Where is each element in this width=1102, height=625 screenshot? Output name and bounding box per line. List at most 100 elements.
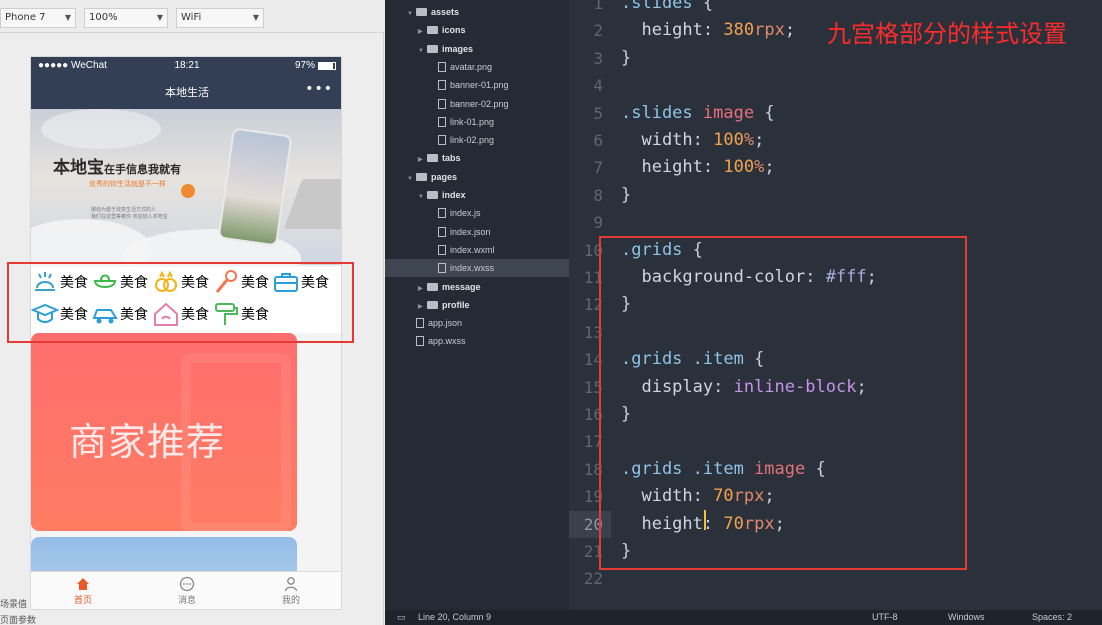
tree-folder[interactable]: ▼ assets — [385, 3, 569, 21]
tree-file[interactable]: avatar.png — [385, 58, 569, 76]
code-token: image — [702, 102, 755, 123]
code-token: } — [621, 184, 632, 205]
tree-file[interactable]: link-01.png — [385, 113, 569, 131]
line-endings-label[interactable]: Windows — [948, 610, 985, 625]
tree-file[interactable]: banner-01.png — [385, 76, 569, 94]
line-number: 15 — [583, 377, 603, 397]
caret-down-icon: ▼ — [418, 47, 424, 54]
folder-icon — [427, 191, 438, 199]
line-number: 17 — [583, 432, 603, 452]
message-icon — [179, 576, 195, 592]
code-line[interactable]: width: 100%; — [621, 127, 764, 154]
code-editor[interactable]: 1 2 3 4 5 6 7 8 9 10 11 12 13 14 15 16 17 18 19 20 21 22 .sli… — [569, 0, 1102, 610]
code-line[interactable]: height: 380rpx; — [621, 17, 795, 44]
tree-item-label: link-02.png — [450, 135, 495, 146]
chevron-down-icon: ▼ — [252, 13, 259, 22]
tab-message[interactable]: 消息 — [135, 576, 239, 606]
tree-file[interactable]: link-02.png — [385, 131, 569, 149]
file-icon — [438, 244, 446, 255]
indentation-label[interactable]: Spaces: 2 — [1032, 610, 1072, 625]
banner-slide[interactable]: 本地宝在手信息我就有 优秀的你生活就是不一样 挪动为勇于改变生活方式的人 我们在… — [31, 109, 341, 265]
code-line[interactable]: } — [621, 45, 631, 72]
device-select[interactable]: Phone 7 ▼ — [0, 8, 76, 28]
recommend-card-text: 商家推荐 — [69, 420, 226, 464]
code-token: 100 — [713, 130, 744, 150]
tree-folder[interactable]: ▼ pages — [385, 168, 569, 186]
folder-icon — [427, 44, 438, 53]
tree-folder[interactable]: ▶ icons — [385, 21, 569, 39]
file-icon — [438, 208, 446, 219]
caret-right-icon: ▶ — [418, 285, 423, 292]
tree-item-label: avatar.png — [450, 61, 493, 72]
tree-file[interactable]: app.json — [385, 314, 569, 332]
code-token: .slides — [621, 102, 703, 123]
banner-subtitle: 优秀的你生活就是不一样 — [89, 180, 166, 188]
tree-folder[interactable]: ▶ profile — [385, 296, 569, 314]
phone-status-bar: ●●●●● WeChat 18:21 97% — [31, 57, 341, 75]
tree-folder[interactable]: ▶ tabs — [385, 149, 569, 167]
tree-file[interactable]: index.js — [385, 204, 569, 222]
tree-item-label: images — [442, 43, 474, 54]
network-select[interactable]: WiFi ▼ — [176, 8, 264, 28]
panel-toggle-icon[interactable]: ▭ — [397, 610, 406, 625]
banner-phone-illustration — [217, 127, 293, 247]
caret-down-icon: ▼ — [407, 11, 413, 17]
file-tree: ▼ assets ▶ icons ▼ images avatar.png banner-01.… — [385, 0, 569, 610]
folder-icon — [427, 300, 438, 309]
line-number: 22 — [583, 569, 603, 589]
tree-folder[interactable]: ▼ images — [385, 40, 569, 58]
status-line: ▭ Line 20, Column 9 UTF-8 Windows Spaces… — [385, 610, 1102, 625]
tree-file[interactable]: index.json — [385, 223, 569, 241]
highlight-box-code — [599, 236, 967, 570]
code-token: height — [621, 157, 703, 178]
tree-item-label: index.js — [450, 208, 481, 219]
tree-folder[interactable]: ▶ message — [385, 278, 569, 296]
cursor-position[interactable]: Line 20, Column 9 — [418, 610, 491, 625]
code-line[interactable]: height: 100%; — [621, 154, 774, 181]
banner-description: 挪动为勇于改变生活方式的人 我们在这里等着你 欢迎加入本地宝 — [91, 207, 168, 220]
tree-item-label: index.wxml — [450, 244, 495, 255]
code-token: height — [621, 20, 703, 41]
code-token: rpx — [754, 20, 785, 41]
device-select-value: Phone 7 — [5, 12, 46, 23]
code-token: ; — [784, 20, 796, 41]
tree-file[interactable]: banner-02.png — [385, 95, 569, 113]
home-icon — [77, 578, 89, 590]
line-number: 6 — [593, 131, 603, 150]
tree-file[interactable]: app.wxss — [385, 332, 569, 350]
tab-profile[interactable]: 我的 — [239, 576, 341, 606]
tree-item-label: index — [442, 190, 466, 200]
tree-item-label: assets — [431, 7, 460, 17]
code-line[interactable]: } — [621, 182, 631, 209]
file-icon — [416, 336, 424, 347]
folder-icon — [427, 154, 438, 163]
chevron-down-icon: ▼ — [156, 13, 163, 22]
file-icon — [416, 318, 424, 329]
scene-value-label: 场景值 — [0, 600, 28, 610]
folder-icon — [416, 8, 427, 16]
tree-item-label: icons — [442, 25, 466, 36]
caret-down-icon: ▼ — [418, 194, 424, 200]
chevron-down-icon: ▼ — [64, 13, 71, 22]
more-menu-icon[interactable]: ••• — [305, 81, 333, 97]
tree-file[interactable]: index.wxss — [385, 259, 569, 278]
tree-item-label: tabs — [442, 153, 461, 164]
banner-title-suffix: 在手信息我就有 — [104, 163, 181, 176]
code-token: } — [621, 47, 632, 68]
banner-title-main: 本地宝 — [53, 158, 104, 178]
file-icon — [438, 263, 446, 274]
recommend-card[interactable]: 商家推荐 — [31, 333, 297, 531]
line-number: 19 — [583, 487, 603, 507]
tab-home[interactable]: 首页 — [31, 576, 135, 606]
code-token: 380 — [723, 20, 755, 41]
encoding-label[interactable]: UTF-8 — [872, 610, 898, 625]
tree-folder[interactable]: ▼ index — [385, 186, 569, 204]
code-line[interactable]: .slides image { — [621, 100, 775, 127]
zoom-select[interactable]: 100% ▼ — [84, 8, 168, 28]
line-number: 21 — [583, 542, 603, 561]
tab-bar: 首页 消息 我的 — [31, 571, 341, 609]
code-token: : — [702, 157, 724, 178]
tree-file[interactable]: index.wxml — [385, 241, 569, 259]
battery-label: 97% — [294, 60, 315, 71]
code-line[interactable]: .slides { — [621, 0, 713, 17]
